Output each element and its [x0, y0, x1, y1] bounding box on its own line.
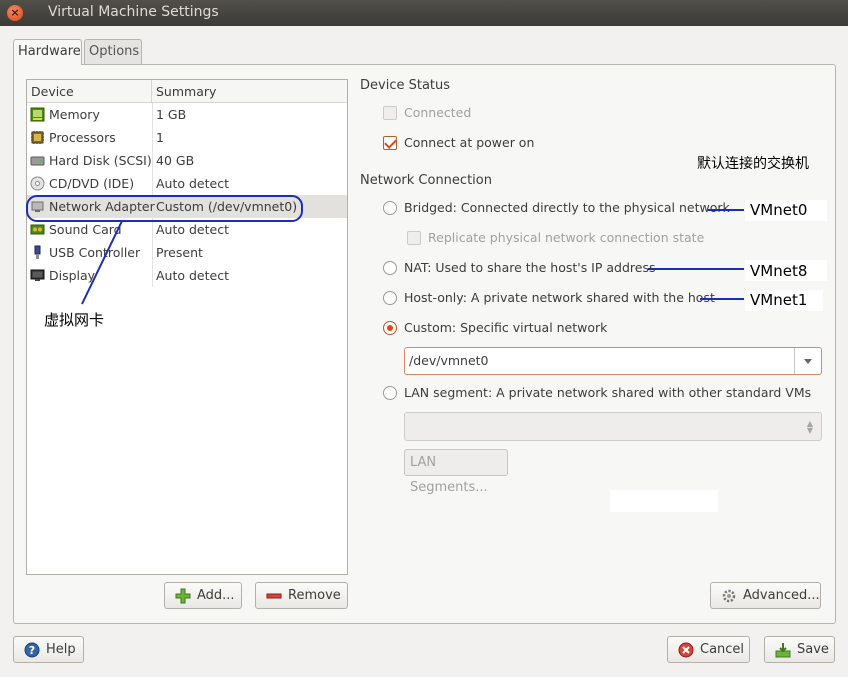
nat-label: NAT: Used to share the host's IP address — [404, 260, 656, 275]
device-row-display[interactable]: Display Auto detect — [27, 264, 347, 287]
save-label: Save — [797, 642, 829, 657]
device-summary: Auto detect — [156, 222, 229, 237]
custom-network-value: /dev/vmnet0 — [409, 353, 489, 368]
window-title: Virtual Machine Settings — [48, 4, 219, 20]
device-name: Network Adapter — [49, 199, 155, 214]
remove-device-button[interactable]: Remove — [255, 582, 348, 609]
spinner-arrows-icon: ▲ ▼ — [806, 419, 813, 435]
minus-icon — [266, 593, 282, 599]
lan-segment-label: LAN segment: A private network shared wi… — [404, 385, 812, 400]
lan-segment-radio[interactable] — [383, 386, 397, 400]
svg-text:?: ? — [29, 644, 35, 657]
bridged-radio[interactable] — [383, 201, 397, 215]
device-name: USB Controller — [49, 245, 141, 260]
connect-at-power-on-checkbox[interactable] — [383, 136, 397, 150]
annotation-vmnet1: VMnet1 — [750, 291, 808, 309]
device-name: Hard Disk (SCSI) — [49, 153, 152, 168]
device-name: Sound Card — [49, 222, 122, 237]
close-icon[interactable]: × — [7, 5, 23, 21]
annotation-vmnet0: VMnet0 — [750, 201, 808, 219]
device-row-memory[interactable]: Memory 1 GB — [27, 103, 347, 126]
device-list-header: Device Summary — [27, 80, 347, 103]
lan-segments-label: LAN Segments... — [410, 455, 488, 495]
annotation-default-switch: 默认连接的交换机 — [697, 156, 809, 172]
cancel-label: Cancel — [700, 642, 745, 657]
help-label: Help — [46, 642, 76, 657]
replicate-label: Replicate physical network connection st… — [428, 230, 705, 245]
host-only-radio[interactable] — [383, 291, 397, 305]
host-only-label: Host-only: A private network shared with… — [404, 290, 715, 305]
device-summary: Auto detect — [156, 176, 229, 191]
bridged-label: Bridged: Connected directly to the physi… — [404, 200, 730, 215]
hard-disk-icon — [30, 156, 45, 166]
device-row-cd-dvd[interactable]: CD/DVD (IDE) Auto detect — [27, 172, 347, 195]
lan-segments-button[interactable]: LAN Segments... — [404, 449, 508, 495]
device-name: Processors — [49, 130, 116, 145]
add-device-button[interactable]: Add... — [164, 582, 242, 609]
processor-icon — [31, 131, 44, 144]
memory-icon — [30, 107, 45, 122]
device-name: CD/DVD (IDE) — [49, 176, 135, 191]
cancel-button[interactable]: Cancel — [667, 636, 750, 663]
connected-checkbox[interactable] — [383, 106, 397, 120]
device-summary: Auto detect — [156, 268, 229, 283]
device-summary: Custom (/dev/vmnet0) — [156, 199, 298, 214]
device-row-processors[interactable]: Processors 1 — [27, 126, 347, 149]
usb-icon — [34, 245, 41, 259]
device-status-title: Device Status — [360, 78, 451, 93]
plus-icon — [175, 588, 191, 604]
network-connection-title: Network Connection — [360, 173, 492, 188]
annotation-line-vmnet8 — [648, 268, 744, 270]
device-summary: Present — [156, 245, 203, 260]
device-row-hard-disk[interactable]: Hard Disk (SCSI) 40 GB — [27, 149, 347, 172]
custom-label: Custom: Specific virtual network — [404, 320, 608, 335]
connected-label: Connected — [404, 105, 472, 120]
display-icon — [30, 269, 45, 281]
device-name: Display — [49, 268, 96, 283]
blank-patch — [610, 490, 718, 512]
advanced-button[interactable]: Advanced... — [710, 582, 821, 609]
help-icon: ? — [24, 642, 40, 658]
sound-card-icon — [30, 224, 45, 235]
annotation-line-vmnet0 — [708, 209, 744, 211]
device-row-sound-card[interactable]: Sound Card Auto detect — [27, 218, 347, 241]
network-adapter-icon — [31, 201, 44, 212]
device-name: Memory — [49, 107, 100, 122]
save-button[interactable]: Save — [764, 636, 835, 663]
annotation-virtual-nic: 虚拟网卡 — [44, 311, 105, 329]
connect-at-power-on-label: Connect at power on — [404, 135, 535, 150]
advanced-label: Advanced... — [743, 588, 820, 603]
device-row-usb-controller[interactable]: USB Controller Present — [27, 241, 347, 264]
device-summary: 1 GB — [156, 107, 187, 122]
custom-network-select[interactable]: /dev/vmnet0 — [404, 347, 822, 375]
title-bar: × Virtual Machine Settings — [0, 0, 848, 26]
remove-device-label: Remove — [288, 588, 341, 603]
add-device-label: Add... — [197, 588, 235, 603]
chevron-down-icon[interactable] — [794, 348, 821, 374]
tab-options[interactable]: Options — [84, 39, 142, 64]
help-button[interactable]: ? Help — [13, 636, 84, 663]
annotation-vmnet8: VMnet8 — [750, 262, 808, 280]
cancel-icon — [678, 642, 694, 658]
tab-hardware[interactable]: Hardware — [13, 39, 82, 65]
nat-radio[interactable] — [383, 261, 397, 275]
annotation-line-vmnet1 — [700, 298, 744, 300]
replicate-checkbox[interactable] — [407, 231, 421, 245]
lan-segment-select[interactable]: ▲ ▼ — [404, 412, 822, 441]
device-summary: 1 — [156, 130, 164, 145]
custom-radio[interactable] — [383, 321, 397, 335]
column-header-summary[interactable]: Summary — [152, 80, 347, 103]
device-summary: 40 GB — [156, 153, 195, 168]
cd-dvd-icon — [30, 176, 45, 191]
save-icon — [775, 643, 791, 658]
column-header-device[interactable]: Device — [27, 80, 152, 103]
gear-icon — [722, 589, 736, 603]
device-row-network-adapter[interactable]: Network Adapter Custom (/dev/vmnet0) — [27, 195, 347, 218]
